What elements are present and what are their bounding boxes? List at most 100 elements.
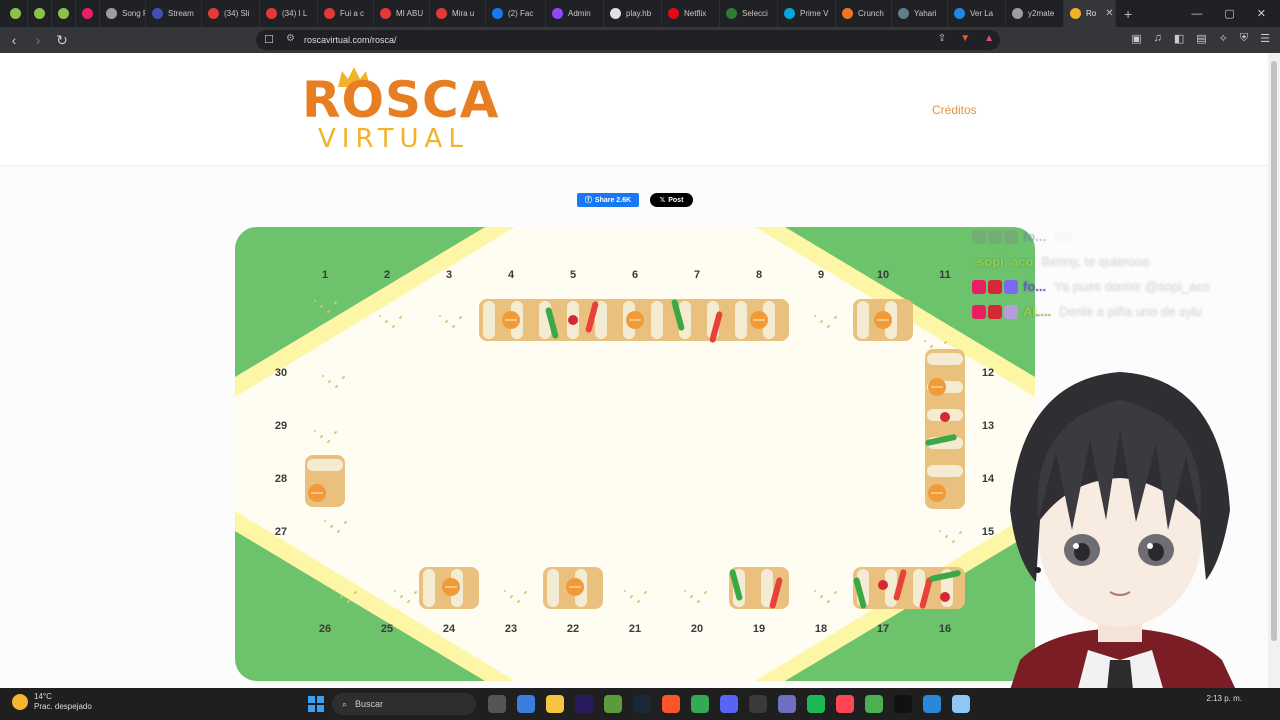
browser-tab[interactable] — [76, 0, 100, 27]
slot-number[interactable]: 6 — [623, 269, 647, 281]
slot-number[interactable]: 5 — [561, 269, 585, 281]
share-page-icon[interactable]: ⇪ — [938, 33, 946, 44]
taskbar-search[interactable]: ⌕ Buscar — [332, 693, 476, 715]
brave-shield-icon[interactable]: ▼ — [960, 33, 970, 44]
tiktok-icon[interactable] — [894, 695, 912, 713]
browser-tab[interactable]: Stream — [146, 0, 202, 27]
game-icon[interactable] — [865, 695, 883, 713]
slot-number[interactable]: 8 — [747, 269, 771, 281]
browser-tab[interactable]: Prime V — [778, 0, 836, 27]
close-tab-icon[interactable]: ✕ — [1105, 8, 1113, 19]
chat-username[interactable]: fo... — [1023, 279, 1046, 294]
chat-username[interactable]: fo... — [1023, 229, 1046, 244]
sidebar-icon[interactable]: ◧ — [1174, 32, 1184, 45]
slot-number[interactable]: 21 — [623, 623, 647, 635]
discord-icon[interactable] — [720, 695, 738, 713]
slot-number[interactable]: 26 — [313, 623, 337, 635]
maximize-button[interactable]: ▢ — [1224, 7, 1234, 20]
app-icon[interactable] — [778, 695, 796, 713]
browser-tab[interactable]: Netflix — [662, 0, 720, 27]
taskbar-clock[interactable]: 2:13 p. m. — [1206, 694, 1242, 704]
wallet-icon[interactable]: ▤ — [1196, 32, 1206, 45]
facebook-share-button[interactable]: ⓕ Share 2.6K — [577, 193, 639, 207]
windows-start-icon[interactable] — [308, 696, 324, 712]
slot-number[interactable]: 3 — [437, 269, 461, 281]
slot-number[interactable]: 2 — [375, 269, 399, 281]
media-icon[interactable]: ♫ — [1154, 32, 1162, 45]
weather-widget[interactable]: 14°C Prac. despejado — [12, 692, 92, 712]
browser-tab[interactable] — [28, 0, 52, 27]
slot-number[interactable]: 11 — [933, 269, 957, 281]
browser-tab[interactable]: Mira u — [430, 0, 486, 27]
browser-tab[interactable]: y2mate — [1006, 0, 1064, 27]
browser-tab[interactable]: (34) Sli — [202, 0, 260, 27]
slot-number[interactable]: 20 — [685, 623, 709, 635]
notepad-icon[interactable] — [952, 695, 970, 713]
browser-tab[interactable]: Admin — [546, 0, 604, 27]
brave-icon[interactable] — [662, 695, 680, 713]
url-text[interactable]: roscavirtual.com/rosca/ — [304, 35, 397, 45]
logo-subtitle[interactable]: VIRTUAL — [318, 125, 469, 153]
slot-number[interactable]: 9 — [809, 269, 833, 281]
slot-number[interactable]: 18 — [809, 623, 833, 635]
reader-mode-icon[interactable]: ▣ — [1131, 32, 1141, 45]
slot-number[interactable]: 30 — [269, 367, 293, 379]
brave-rewards-icon[interactable]: ▲ — [984, 33, 994, 44]
slot-number[interactable]: 17 — [871, 623, 895, 635]
minecraft-icon[interactable] — [604, 695, 622, 713]
slot-number[interactable]: 4 — [499, 269, 523, 281]
file-explorer-icon[interactable] — [546, 695, 564, 713]
browser-tab[interactable] — [4, 0, 28, 27]
slot-number[interactable]: 28 — [269, 473, 293, 485]
address-bar[interactable]: ☐ ⚙ roscavirtual.com/rosca/ ⇪ ▼ ▲ — [256, 30, 1000, 50]
window-icon[interactable] — [923, 695, 941, 713]
store-icon[interactable] — [517, 695, 535, 713]
slot-number[interactable]: 16 — [933, 623, 957, 635]
slot-number[interactable]: 1 — [313, 269, 337, 281]
site-info-icon[interactable]: ⚙ — [286, 33, 295, 44]
browser-tab[interactable]: Yahari — [892, 0, 948, 27]
browser-tab[interactable]: Song R — [100, 0, 146, 27]
valorant-icon[interactable] — [836, 695, 854, 713]
close-window-button[interactable]: ✕ — [1257, 7, 1266, 20]
slot-number[interactable]: 22 — [561, 623, 585, 635]
browser-tab[interactable]: Selecci — [720, 0, 778, 27]
logo-title[interactable]: ROSCA — [302, 75, 499, 125]
slot-number[interactable]: 10 — [871, 269, 895, 281]
browser-tab[interactable]: (34) I L — [260, 0, 318, 27]
chrome-icon[interactable] — [691, 695, 709, 713]
slot-number[interactable]: 23 — [499, 623, 523, 635]
browser-tab[interactable] — [52, 0, 76, 27]
slot-number[interactable]: 29 — [269, 420, 293, 432]
task-view-icon[interactable] — [488, 695, 506, 713]
browser-tab[interactable]: Fui a c — [318, 0, 374, 27]
browser-tab[interactable]: Ro ✕ — [1064, 0, 1116, 27]
steam-icon[interactable] — [633, 695, 651, 713]
slot-number[interactable]: 7 — [685, 269, 709, 281]
nav-creditos-link[interactable]: Créditos — [932, 103, 977, 117]
obs-icon[interactable] — [749, 695, 767, 713]
minimize-button[interactable]: — — [1191, 8, 1202, 20]
reload-icon[interactable]: ↻ — [52, 32, 72, 49]
forward-icon[interactable]: › — [28, 32, 48, 48]
slot-number[interactable]: 24 — [437, 623, 461, 635]
bookmark-icon[interactable]: ☐ — [264, 33, 274, 46]
browser-tab[interactable]: play.hb — [604, 0, 662, 27]
browser-tab[interactable]: Ver La — [948, 0, 1006, 27]
slot-number[interactable]: 19 — [747, 623, 771, 635]
spotify-icon[interactable] — [807, 695, 825, 713]
vpn-icon[interactable]: ⛨ — [1240, 32, 1248, 45]
leo-ai-icon[interactable]: ✧ — [1219, 32, 1228, 45]
chat-username[interactable]: AL... — [1023, 304, 1051, 319]
slot-number[interactable]: 25 — [375, 623, 399, 635]
menu-icon[interactable]: ☰ — [1260, 32, 1270, 45]
browser-tab[interactable]: (2) Fac — [486, 0, 546, 27]
chat-username[interactable]: sopi_aco — [977, 254, 1033, 269]
premiere-icon[interactable] — [575, 695, 593, 713]
browser-tab[interactable]: Crunch — [836, 0, 892, 27]
browser-tab[interactable]: MI ABU — [374, 0, 430, 27]
slot-number[interactable]: 27 — [269, 526, 293, 538]
back-icon[interactable]: ‹ — [4, 32, 24, 48]
new-tab-button[interactable]: + — [1124, 6, 1132, 22]
x-post-button[interactable]: 𝕏 Post — [650, 193, 693, 207]
